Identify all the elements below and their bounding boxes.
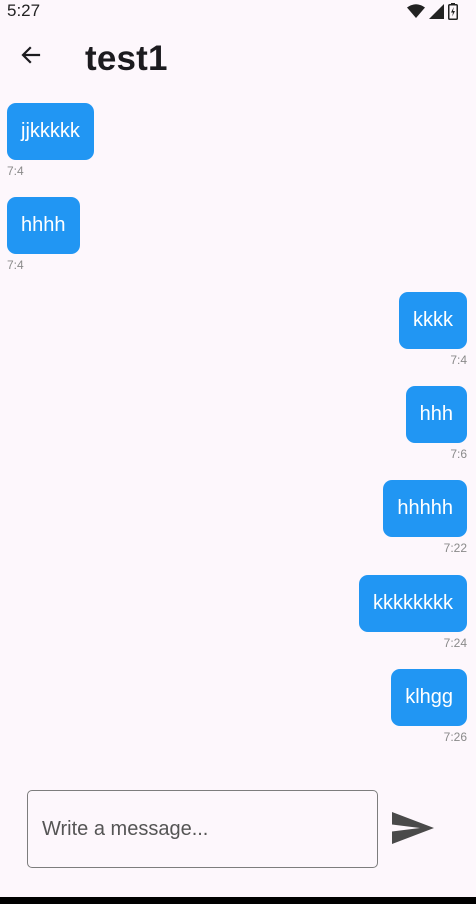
chat-screen: 5:27 test1 jjkkkkk 7:4 hhhh 7:4 kkkk 7:4… <box>0 0 476 904</box>
send-button[interactable] <box>388 808 438 852</box>
status-icons <box>407 2 458 20</box>
message-time: 7:4 <box>7 164 24 178</box>
signal-icon <box>429 3 444 19</box>
message-bubble[interactable]: kkkk <box>399 292 467 349</box>
system-navigation-bar <box>0 897 476 904</box>
message-composer <box>0 780 476 880</box>
message-bubble[interactable]: klhgg <box>391 669 467 726</box>
message-bubble[interactable]: hhhh <box>7 197 80 254</box>
message-input[interactable] <box>27 790 378 868</box>
back-button[interactable] <box>9 35 53 79</box>
message-list: jjkkkkk 7:4 hhhh 7:4 kkkk 7:4 hhh 7:6 hh… <box>0 94 476 774</box>
message-time: 7:22 <box>443 541 467 555</box>
status-time: 5:27 <box>7 1 41 20</box>
message-time: 7:6 <box>450 447 467 461</box>
wifi-icon <box>407 4 425 18</box>
battery-charging-icon <box>448 2 458 20</box>
app-bar: test1 <box>0 24 476 94</box>
send-icon <box>390 810 436 851</box>
message-bubble[interactable]: hhh <box>405 386 467 443</box>
message-bubble[interactable]: kkkkkkkk <box>359 575 467 632</box>
arrow-left-icon <box>19 43 43 72</box>
message-bubble[interactable]: jjkkkkk <box>7 103 94 160</box>
status-bar: 5:27 <box>0 0 476 24</box>
message-bubble[interactable]: hhhhh <box>383 480 467 537</box>
message-time: 7:4 <box>7 258 24 272</box>
message-time: 7:4 <box>450 353 467 367</box>
message-time: 7:24 <box>443 636 467 650</box>
message-time: 7:26 <box>443 730 467 744</box>
page-title: test1 <box>85 39 168 78</box>
